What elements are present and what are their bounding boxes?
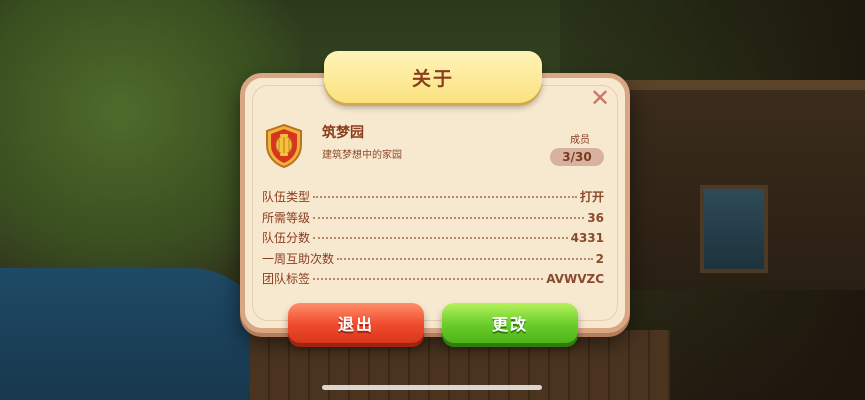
stat-row-team-tag: 团队标签 AVWVZC [262, 270, 604, 291]
stat-label: 队伍类型 [262, 190, 311, 204]
stat-label: 队伍分数 [262, 231, 311, 245]
stat-value: 打开 [579, 190, 604, 204]
game-scene: 关于 ✕ 筑梦园 建筑梦想中的家园 成员 3/30 队伍类型 打开 所需等级 3… [0, 0, 865, 400]
change-button[interactable]: 更改 [442, 303, 578, 343]
stat-label: 一周互助次数 [262, 251, 335, 266]
lantern-shield-icon [263, 123, 305, 169]
dialog-title-banner: 关于 [324, 51, 542, 103]
stat-value: 2 [595, 251, 604, 266]
team-stats-list: 队伍类型 打开 所需等级 36 队伍分数 4331 一周互助次数 2 团队标签 … [262, 188, 604, 291]
exit-button[interactable]: 退出 [288, 303, 424, 343]
stat-value: AVWVZC [546, 272, 604, 286]
team-description: 建筑梦想中的家园 [322, 150, 402, 161]
close-icon[interactable]: ✕ [588, 86, 612, 110]
members-label: 成员 [570, 135, 590, 146]
dotted-leader [313, 237, 568, 239]
stat-row-team-score: 队伍分数 4331 [262, 229, 604, 250]
dialog-title: 关于 [411, 67, 454, 90]
stat-value: 36 [587, 210, 604, 225]
stat-row-required-level: 所需等级 36 [262, 209, 604, 230]
stat-row-team-type: 队伍类型 打开 [262, 188, 604, 209]
stat-label: 所需等级 [262, 210, 311, 225]
stat-value: 4331 [570, 231, 604, 245]
team-name: 筑梦园 [322, 125, 364, 141]
home-indicator[interactable] [322, 385, 542, 390]
members-count-badge: 3/30 [550, 148, 604, 166]
dotted-leader [337, 257, 593, 260]
background-pond [0, 268, 270, 400]
dotted-leader [313, 216, 585, 219]
dotted-leader [313, 196, 577, 198]
stat-label: 团队标签 [262, 272, 311, 286]
dotted-leader [313, 278, 544, 280]
stat-row-weekly-help: 一周互助次数 2 [262, 250, 604, 271]
background-window [700, 185, 768, 273]
